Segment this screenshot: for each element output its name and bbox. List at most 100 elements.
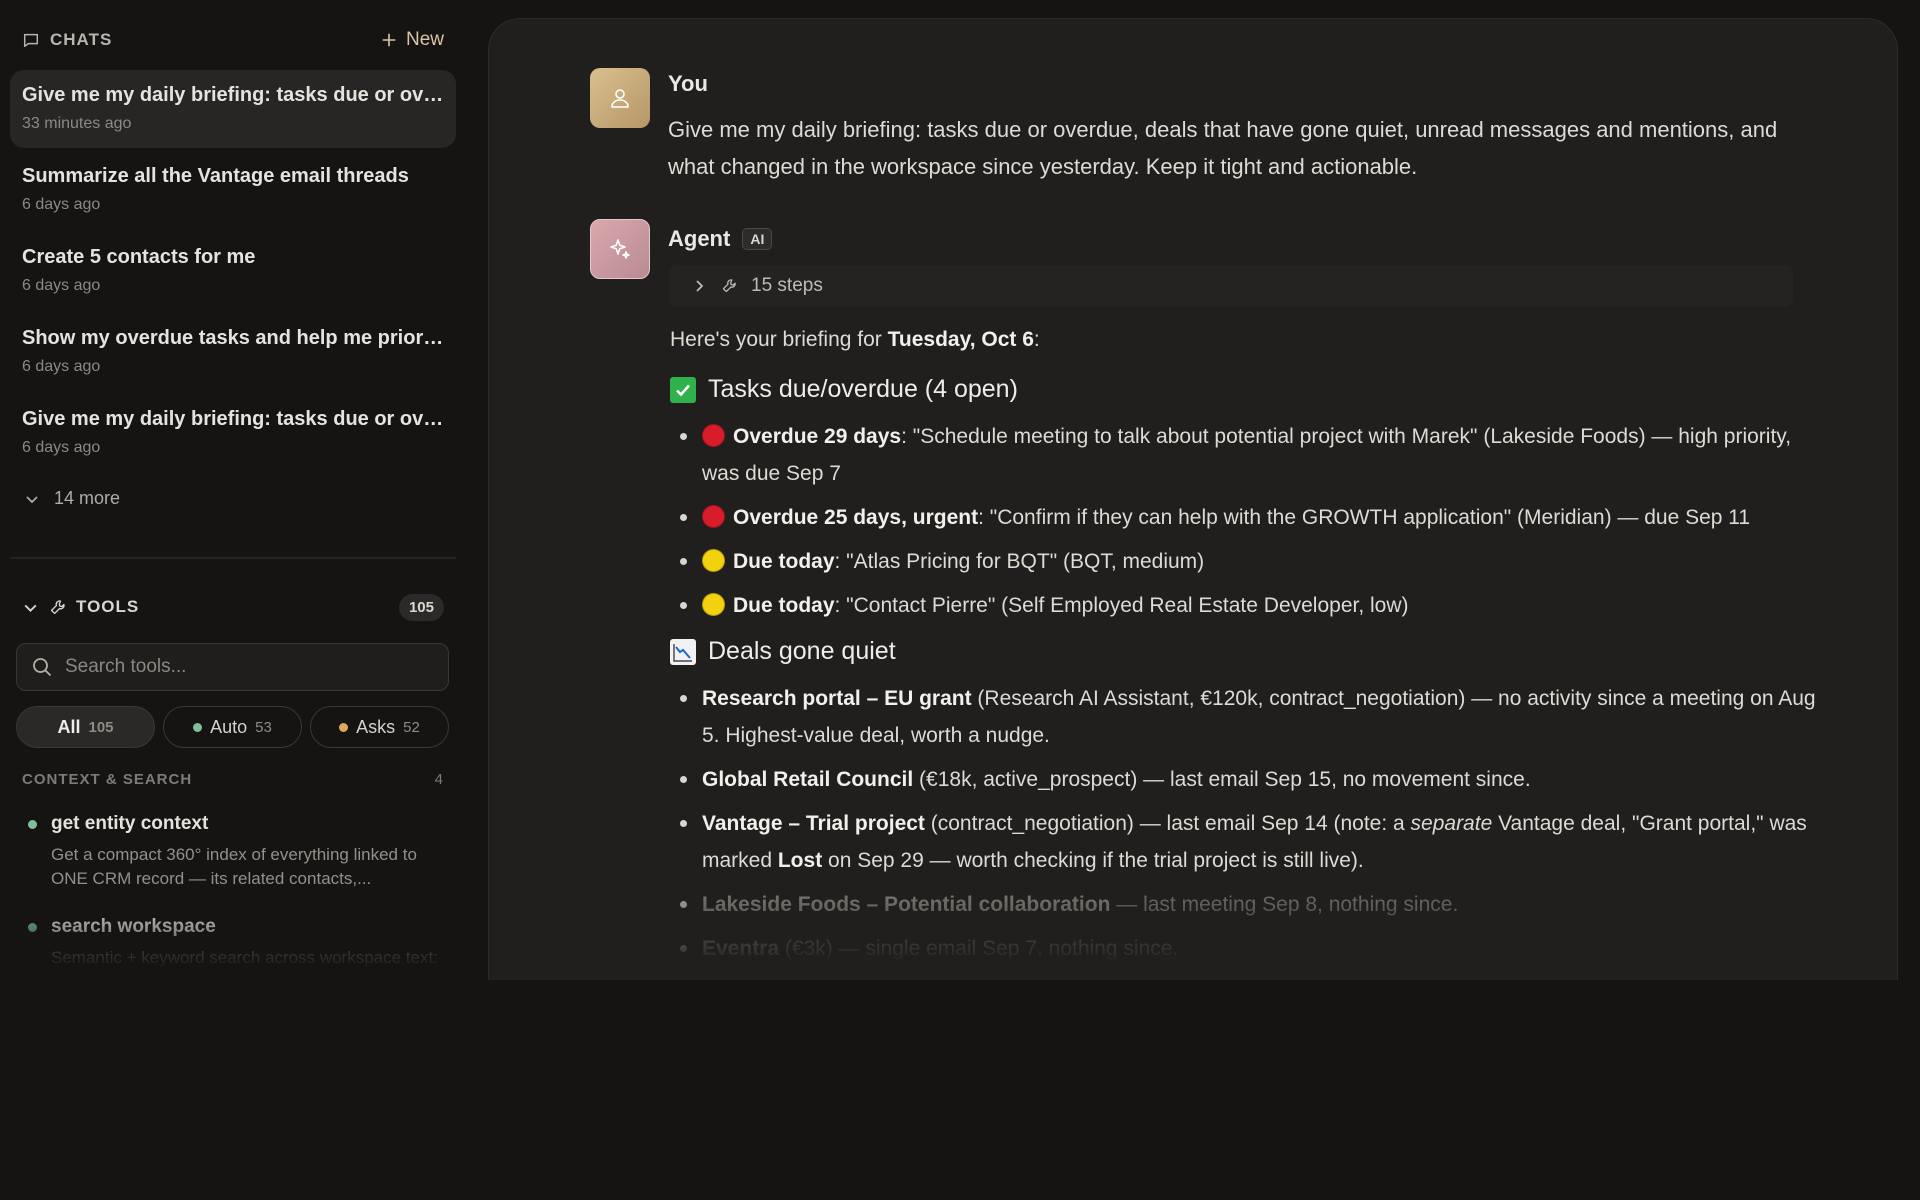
chat-item[interactable]: Give me my daily briefing: tasks due or … [10, 394, 456, 475]
yellow-circle-icon [702, 593, 725, 616]
tool-item[interactable]: get entity context Get a compact 360° in… [28, 813, 448, 891]
section-count: 4 [434, 771, 444, 788]
conversation-panel: You Give me my daily briefing: tasks due… [488, 18, 1898, 985]
tool-name: get entity context [51, 813, 209, 834]
tool-search-input[interactable] [65, 656, 434, 678]
chat-title: Create 5 contacts for me [22, 246, 256, 268]
chat-title: Give me my daily briefing: tasks due or … [22, 408, 444, 430]
agent-avatar [590, 219, 650, 279]
briefing-intro: Here's your briefing for Tuesday, Oct 6: [670, 324, 1830, 356]
task-label: Overdue 25 days, urgent [733, 506, 979, 529]
chat-time: 6 days ago [22, 277, 101, 294]
show-more-label: 14 more [54, 488, 121, 508]
steps-label: 15 steps [751, 275, 823, 296]
bottom-area [0, 980, 1920, 1200]
chevron-right-icon [696, 280, 704, 292]
yellow-circle-icon [702, 549, 725, 572]
task-text: : "Contact Pierre" (Self Employed Real E… [834, 594, 1409, 617]
tools-header[interactable]: TOOLS 105 [22, 593, 444, 621]
chat-item[interactable]: Give me my daily briefing: tasks due or … [10, 70, 456, 148]
chat-time: 6 days ago [22, 196, 101, 213]
deals-heading-text: Deals gone quiet [708, 637, 896, 665]
filter-count: 53 [255, 718, 272, 736]
user-avatar [590, 68, 650, 128]
asks-dot-icon [339, 722, 349, 732]
agent-response: Here's your briefing for Tuesday, Oct 6:… [670, 324, 1830, 974]
red-circle-icon [702, 424, 725, 447]
red-circle-icon [702, 505, 725, 528]
deal-text: on Sep 29 — worth checking if the trial … [822, 849, 1364, 872]
filter-count: 52 [403, 718, 420, 736]
deal-item: Vantage – Trial project (contract_negoti… [670, 805, 1830, 879]
deal-name: Eventra [702, 937, 780, 960]
status-dot-icon [28, 922, 37, 932]
new-chat-button[interactable]: New [380, 29, 444, 51]
sparkle-icon [610, 239, 630, 259]
chevron-down-icon [24, 604, 37, 612]
deal-status: Lost [777, 849, 823, 872]
chart-decreasing-icon [670, 638, 696, 665]
intro-prefix: Here's your briefing for [670, 328, 888, 351]
user-icon [611, 89, 629, 108]
tasks-list: Overdue 29 days: "Schedule meeting to ta… [670, 418, 1830, 624]
deal-emphasis: separate [1410, 812, 1493, 835]
task-label: Due today [733, 550, 835, 573]
filter-asks[interactable]: Asks 52 [310, 706, 449, 748]
deal-item: Eventra (€3k) — single email Sep 7, noth… [670, 930, 1830, 967]
deal-text: (€3k) — single email Sep 7, nothing sinc… [779, 937, 1179, 960]
agent-name: Agent [668, 226, 731, 251]
deal-name: Vantage – Trial project [702, 812, 925, 835]
task-label: Due today [733, 594, 835, 617]
task-text: : "Confirm if they can help with the GRO… [978, 506, 1751, 529]
chat-list: Give me my daily briefing: tasks due or … [10, 70, 456, 475]
tool-filters: All 105 Auto 53 Asks 52 [16, 706, 449, 748]
steps-toggle[interactable]: 15 steps [669, 265, 1793, 307]
deal-item: Research portal – EU grant (Research AI … [670, 680, 1830, 754]
filter-all[interactable]: All 105 [16, 706, 155, 748]
task-item: Overdue 25 days, urgent: "Confirm if the… [670, 499, 1830, 536]
user-name: You [668, 71, 708, 96]
tools-title: TOOLS [76, 597, 140, 616]
task-item: Due today: "Atlas Pricing for BQT" (BQT,… [670, 543, 1830, 580]
filter-count: 105 [88, 718, 114, 736]
chat-title: Summarize all the Vantage email threads [22, 165, 409, 187]
check-mark-icon [670, 376, 696, 403]
tool-search-box[interactable] [16, 643, 449, 691]
deal-text: (contract_negotiation) — last email Sep … [924, 812, 1411, 835]
plus-icon [382, 33, 396, 47]
intro-suffix: : [1033, 328, 1040, 351]
user-message: Give me my daily briefing: tasks due or … [668, 117, 1778, 179]
task-text: : "Atlas Pricing for BQT" (BQT, medium) [834, 550, 1205, 573]
filter-label: Asks [356, 716, 396, 737]
auto-dot-icon [193, 722, 203, 732]
chat-title: Give me my daily briefing: tasks due or … [22, 84, 444, 106]
chat-time: 33 minutes ago [22, 115, 132, 132]
chat-item[interactable]: Create 5 contacts for me 6 days ago [10, 232, 456, 313]
search-icon [33, 658, 52, 677]
deal-item: Lakeside Foods – Potential collaboration… [670, 886, 1830, 923]
task-item: Due today: "Contact Pierre" (Self Employ… [670, 587, 1830, 624]
deals-list: Research portal – EU grant (Research AI … [670, 680, 1830, 967]
filter-auto[interactable]: Auto 53 [163, 706, 302, 748]
chat-time: 6 days ago [22, 358, 101, 375]
deal-name: Global Retail Council [702, 768, 914, 791]
agent-header: Agent AI [668, 226, 773, 252]
section-label: CONTEXT & SEARCH [22, 771, 193, 788]
deal-item: Global Retail Council (€18k, active_pros… [670, 761, 1830, 798]
chevron-down-icon [26, 495, 38, 503]
status-dot-icon [28, 819, 37, 829]
tool-item[interactable]: search workspace Semantic + keyword sear… [28, 916, 448, 985]
chat-item[interactable]: Summarize all the Vantage email threads … [10, 151, 456, 232]
wrench-icon [722, 279, 736, 293]
tool-section-header: CONTEXT & SEARCH 4 [22, 771, 444, 788]
filter-label: Auto [210, 716, 248, 737]
tool-name: search workspace [51, 916, 216, 937]
chat-bubble-icon [23, 33, 39, 48]
task-item: Overdue 29 days: "Schedule meeting to ta… [670, 418, 1830, 492]
deal-name: Lakeside Foods – Potential collaboration [702, 893, 1111, 916]
show-more-chats-button[interactable]: 14 more [24, 488, 120, 509]
chat-item[interactable]: Show my overdue tasks and help me priori… [10, 313, 456, 394]
deal-name: Research portal – EU grant [702, 687, 972, 710]
chat-time: 6 days ago [22, 439, 101, 456]
filter-label: All [57, 716, 81, 737]
